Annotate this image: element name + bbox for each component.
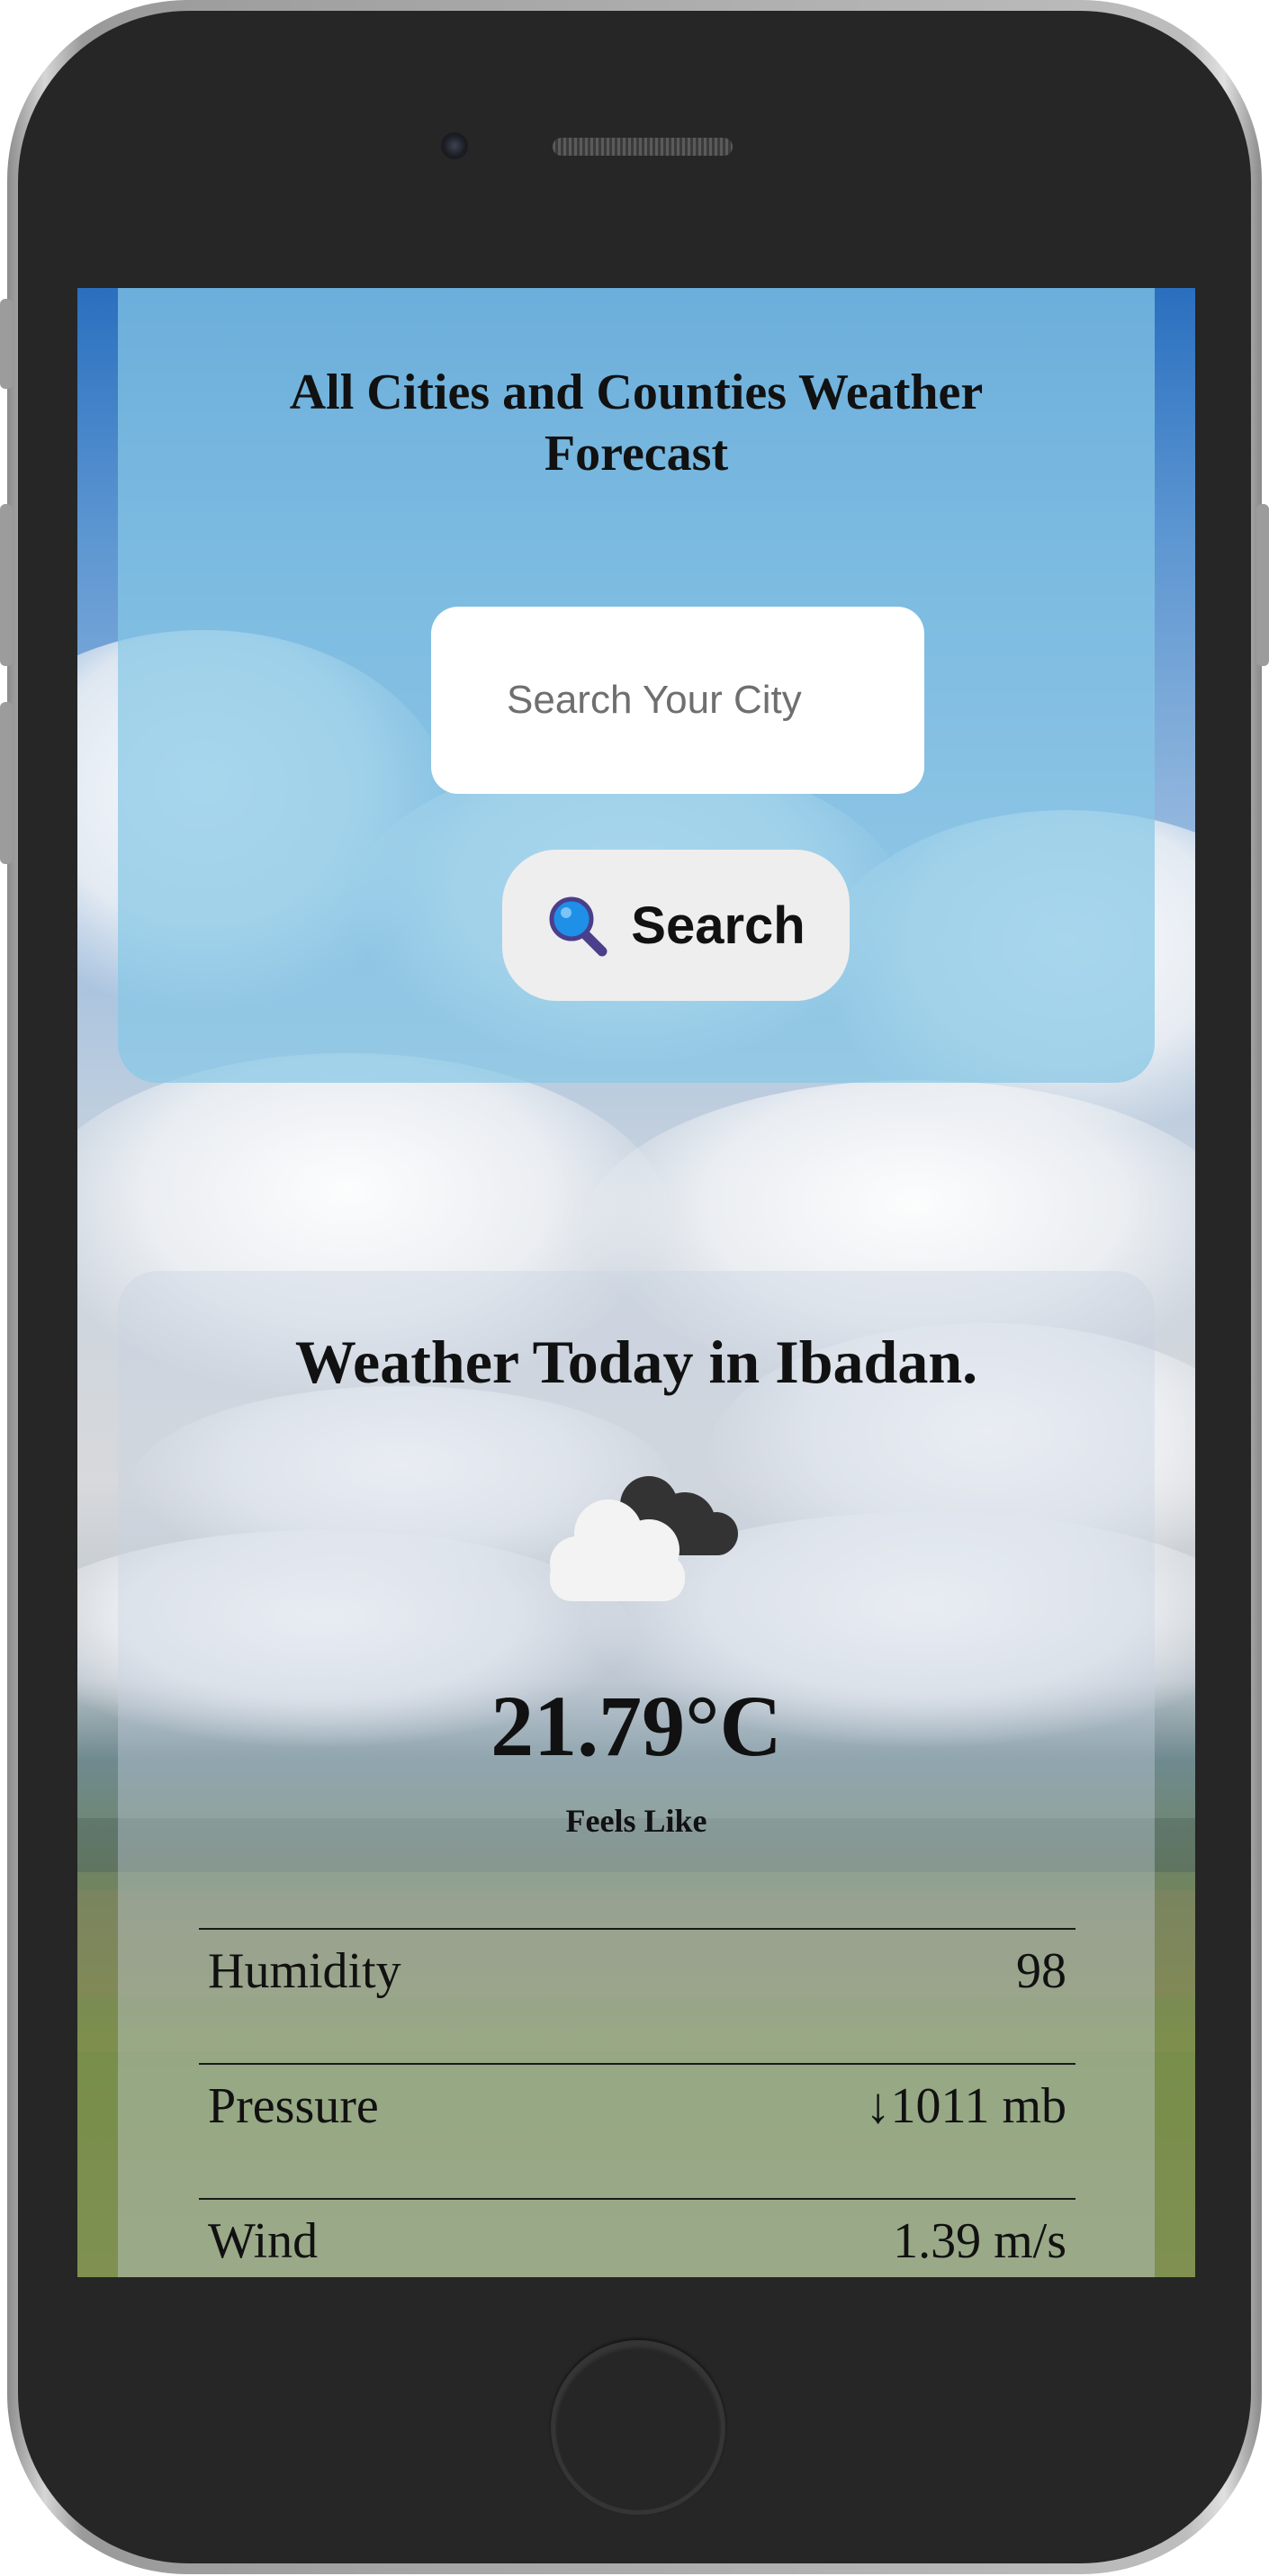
- weather-heading: Weather Today in Ibadan.: [294, 1328, 978, 1396]
- temperature-value: 21.79°C: [490, 1678, 782, 1774]
- feels-like-label: Feels Like: [565, 1803, 707, 1839]
- stat-value: 1.39 m/s: [893, 2213, 1066, 2269]
- stat-row-humidity: Humidity 98: [199, 1928, 1076, 2063]
- mute-switch: [0, 299, 13, 389]
- stat-value: ↓1011 mb: [865, 2078, 1066, 2134]
- phone-frame: All Cities and Counties Weather Forecast…: [0, 0, 1269, 2574]
- stat-row-pressure: Pressure ↓1011 mb: [199, 2063, 1076, 2198]
- search-button-label: Search: [631, 896, 806, 955]
- search-button[interactable]: Search: [502, 850, 850, 1001]
- app-screen: All Cities and Counties Weather Forecast…: [77, 288, 1195, 2277]
- stat-value: 98: [1016, 1943, 1066, 1999]
- weather-stats: Humidity 98 Pressure ↓1011 mb Wind 1.39 …: [199, 1928, 1076, 2277]
- earpiece-speaker: [553, 138, 733, 156]
- stat-label: Humidity: [208, 1943, 401, 1999]
- volume-down-button: [0, 702, 13, 864]
- home-button[interactable]: [551, 2340, 725, 2515]
- volume-up-button: [0, 504, 13, 666]
- power-button: [1256, 504, 1269, 666]
- app-title: All Cities and Counties Weather Forecast: [289, 365, 984, 482]
- stat-row-wind: Wind 1.39 m/s: [199, 2198, 1076, 2277]
- stat-label: Wind: [208, 2213, 319, 2269]
- weather-card: Weather Today in Ibadan. 21.79°C Feels L…: [118, 1271, 1155, 2277]
- magnifying-glass-icon: [549, 896, 608, 957]
- cloud-icon: [550, 1476, 738, 1601]
- search-card: All Cities and Counties Weather Forecast…: [118, 288, 1155, 1083]
- stat-label: Pressure: [208, 2078, 379, 2134]
- city-search-input[interactable]: [431, 607, 924, 794]
- front-camera: [441, 132, 468, 159]
